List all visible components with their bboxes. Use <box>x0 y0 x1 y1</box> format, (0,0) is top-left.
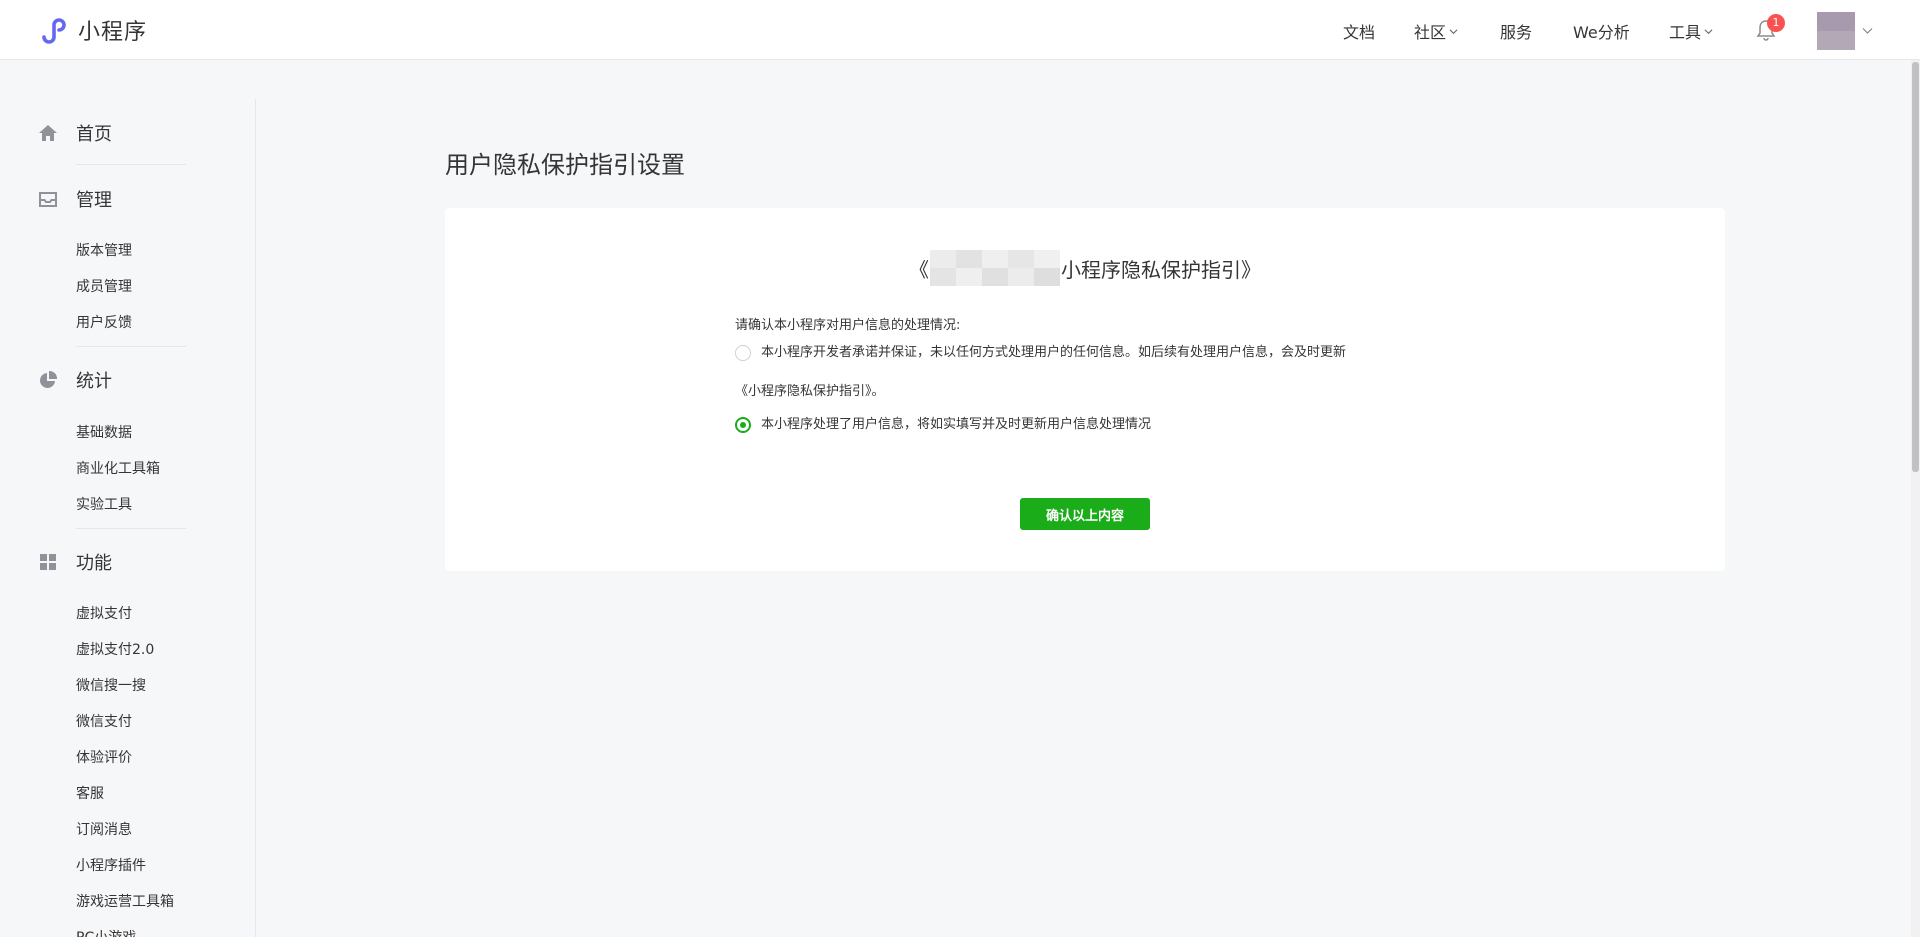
sidebar-section-label: 管理 <box>76 190 112 211</box>
panel-title-prefix: 《 <box>909 257 929 282</box>
sidebar-item-game-ops-toolbox[interactable]: 游戏运营工具箱 <box>76 891 174 911</box>
sidebar-section-home[interactable]: 首页 <box>38 121 112 145</box>
page-title: 用户隐私保护指引设置 <box>445 151 685 179</box>
pie-chart-icon <box>40 370 58 388</box>
brand-logo[interactable]: 小程序 <box>38 14 147 46</box>
sidebar: 首页 管理 版本管理 成员管理 用户反馈 统计 基础数据 商业化工具箱 实验工具… <box>0 99 256 937</box>
option-text: 本小程序开发者承诺并保证，未以任何方式处理用户的任何信息。如后续有处理用户信息，… <box>761 345 1347 360</box>
option-no-user-info[interactable]: 本小程序开发者承诺并保证，未以任何方式处理用户的任何信息。如后续有处理用户信息，… <box>735 344 1411 362</box>
nav-services-label: 服务 <box>1500 23 1533 42</box>
privacy-guide-panel: 《 小程序隐私保护指引》 请确认本小程序对用户信息的处理情况: 本小程序开发者承… <box>445 208 1725 571</box>
sidebar-item-pc-mini-game[interactable]: PC小游戏 <box>76 927 136 937</box>
sidebar-section-label: 首页 <box>76 124 112 145</box>
sidebar-item-mini-program-plugins[interactable]: 小程序插件 <box>76 855 146 875</box>
nav-we-analytics[interactable]: We分析 <box>1573 19 1630 43</box>
sidebar-item-commercial-toolbox[interactable]: 商业化工具箱 <box>76 458 160 478</box>
sidebar-section-manage[interactable]: 管理 <box>38 187 112 211</box>
option-text-continuation: 《小程序隐私保护指引》。 <box>735 384 885 399</box>
panel-title-suffix: 小程序隐私保护指引》 <box>1061 257 1261 282</box>
sidebar-item-member-management[interactable]: 成员管理 <box>76 276 132 296</box>
sidebar-item-wechat-pay[interactable]: 微信支付 <box>76 711 132 731</box>
chevron-down-icon[interactable] <box>1862 25 1873 36</box>
sidebar-section-label: 功能 <box>76 553 112 574</box>
sidebar-item-basic-data[interactable]: 基础数据 <box>76 422 132 442</box>
nav-we-analytics-label: We分析 <box>1573 23 1630 42</box>
nav-services[interactable]: 服务 <box>1500 19 1532 43</box>
sidebar-divider <box>76 528 186 529</box>
avatar[interactable] <box>1817 12 1855 50</box>
sidebar-item-wechat-search[interactable]: 微信搜一搜 <box>76 675 146 695</box>
option-text: 本小程序处理了用户信息，将如实填写并及时更新用户信息处理情况 <box>761 417 1152 432</box>
sidebar-section-features[interactable]: 功能 <box>38 550 112 574</box>
inbox-icon <box>39 192 57 207</box>
panel-title: 《 小程序隐私保护指引》 <box>445 250 1725 286</box>
sidebar-item-version-management[interactable]: 版本管理 <box>76 240 132 260</box>
brand-name: 小程序 <box>78 20 148 45</box>
nav-docs[interactable]: 文档 <box>1343 19 1375 43</box>
redacted-app-name <box>930 250 1060 286</box>
nav-community-label: 社区 <box>1414 23 1447 42</box>
sidebar-divider <box>76 164 186 165</box>
nav-tools-label: 工具 <box>1669 23 1702 42</box>
sidebar-section-label: 统计 <box>76 371 112 392</box>
sidebar-section-statistics[interactable]: 统计 <box>38 368 112 392</box>
sidebar-item-subscription-messages[interactable]: 订阅消息 <box>76 819 132 839</box>
sidebar-item-experience-review[interactable]: 体验评价 <box>76 747 132 767</box>
confirmation-question: 请确认本小程序对用户信息的处理情况: <box>735 318 961 333</box>
sidebar-item-user-feedback[interactable]: 用户反馈 <box>76 312 132 332</box>
top-bar: 小程序 文档 社区 服务 We分析 工具 1 <box>0 0 1920 60</box>
notification-badge: 1 <box>1767 14 1785 32</box>
sidebar-item-virtual-payment[interactable]: 虚拟支付 <box>76 603 132 623</box>
radio-processes-user-info[interactable] <box>735 417 751 433</box>
sidebar-divider <box>76 346 186 347</box>
sidebar-item-virtual-payment-2[interactable]: 虚拟支付2.0 <box>76 639 154 659</box>
page-scrollbar-thumb[interactable] <box>1912 62 1919 472</box>
sidebar-item-customer-service[interactable]: 客服 <box>76 783 104 803</box>
nav-tools[interactable]: 工具 <box>1669 19 1713 43</box>
confirm-button[interactable]: 确认以上内容 <box>1020 498 1150 530</box>
grid-icon <box>40 554 56 570</box>
nav-community[interactable]: 社区 <box>1414 19 1458 43</box>
chevron-down-icon <box>1704 28 1713 34</box>
chevron-down-icon <box>1449 28 1458 34</box>
home-icon <box>39 125 57 141</box>
sidebar-item-experiment-tools[interactable]: 实验工具 <box>76 494 132 514</box>
mini-program-logo-icon <box>42 18 66 44</box>
nav-docs-label: 文档 <box>1343 23 1376 42</box>
option-processes-user-info[interactable]: 本小程序处理了用户信息，将如实填写并及时更新用户信息处理情况 <box>735 416 1411 434</box>
radio-no-user-info[interactable] <box>735 345 751 361</box>
